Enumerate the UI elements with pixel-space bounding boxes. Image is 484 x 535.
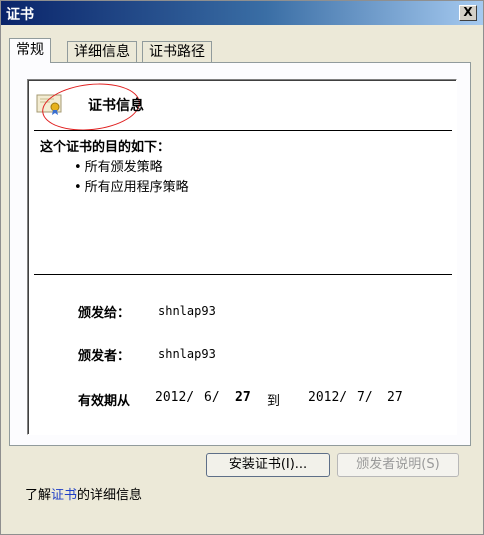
learn-more-text: 了解证书的详细信息 [25,484,142,503]
issuer-statement-button: 颁发者说明(S) [337,453,459,477]
tab-general-label: 常规 [16,42,44,58]
valid-to-day: 27 [387,390,403,405]
valid-to-month: 7/ [357,390,373,405]
tab-cert-path-label: 证书路径 [149,44,205,60]
purpose-item: 所有颁发策略 [74,158,189,178]
to-label: 到 [267,394,281,409]
tab-general[interactable]: 常规 [9,38,51,63]
divider-bottom [34,274,452,275]
certificate-dialog: 证书 X 常规 详细信息 证书路径 证书信息 这个证书的目的如下： • 所有颁发… [0,0,484,535]
purpose-heading: 这个证书的目的如下： [40,140,171,155]
certificate-details-link[interactable]: 证书 [51,488,77,503]
tab-details[interactable]: 详细信息 [67,41,137,62]
learn-more-suffix: 的详细信息 [77,488,143,503]
tab-cert-path[interactable]: 证书路径 [142,41,212,62]
tab-panel-general: 证书信息 这个证书的目的如下： 所有颁发策略 所有应用程序策略 颁发给： shn… [9,62,471,446]
tab-details-label: 详细信息 [74,44,130,60]
valid-from-month: 6/ [204,390,220,405]
learn-more-prefix: 了解 [25,488,52,503]
cert-info-title: 证书信息 [88,98,144,114]
tab-strip: 常规 详细信息 证书路径 [9,38,469,63]
purpose-list: 所有颁发策略 所有应用程序策略 [74,158,189,198]
valid-from-day: 27 [235,390,251,405]
install-certificate-label: 安装证书(I)... [228,457,308,472]
issuer-statement-label: 颁发者说明(S) [356,457,440,472]
close-button[interactable]: X [459,5,477,21]
install-certificate-button[interactable]: 安装证书(I)... [206,453,330,477]
divider-top [34,130,452,131]
issued-to-label: 颁发给： [78,306,131,321]
issued-by-value: shnlap93 [158,347,216,361]
issued-to-value: shnlap93 [158,304,216,318]
validity-label: 有效期从 [78,394,131,409]
purpose-item: 所有应用程序策略 [74,178,189,198]
window-title: 证书 [6,7,34,23]
valid-from-year: 2012/ [155,390,195,405]
valid-to-year: 2012/ [308,390,348,405]
title-bar[interactable]: 证书 X [1,1,483,25]
cert-info-box: 证书信息 这个证书的目的如下： 所有颁发策略 所有应用程序策略 颁发给： shn… [27,79,457,435]
issued-by-label: 颁发者： [78,349,131,364]
